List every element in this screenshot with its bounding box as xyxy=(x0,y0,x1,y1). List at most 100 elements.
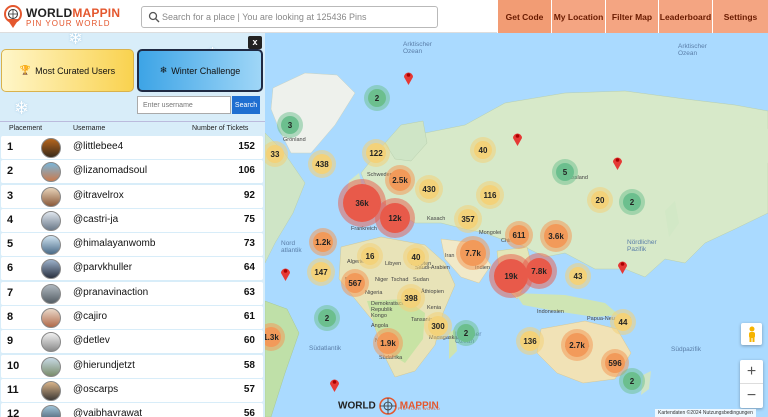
map-pin-icon[interactable] xyxy=(617,259,628,274)
pin-cluster[interactable]: 3 xyxy=(281,116,299,134)
username[interactable]: @cajiro xyxy=(73,311,107,322)
pin-cluster[interactable]: 438 xyxy=(312,154,332,174)
rank: 2 xyxy=(7,165,14,178)
table-row[interactable]: 2 @lizanomadsoul 106 xyxy=(1,160,263,184)
username[interactable]: @oscarps xyxy=(73,384,118,395)
map-pin-icon[interactable] xyxy=(329,377,340,392)
street-view-pegman-icon[interactable] xyxy=(741,323,762,345)
table-row[interactable]: 8 @cajiro 61 xyxy=(1,306,263,330)
leaderboard-button[interactable]: Leaderboard xyxy=(658,0,712,33)
ticket-count: 60 xyxy=(243,335,255,347)
rank: 4 xyxy=(7,213,14,226)
table-row[interactable]: 11 @oscarps 57 xyxy=(1,378,263,402)
pin-cluster[interactable]: 33 xyxy=(266,145,284,163)
filter-map-button[interactable]: Filter Map xyxy=(605,0,658,33)
get-code-button[interactable]: Get Code xyxy=(497,0,551,33)
pin-cluster[interactable]: 2 xyxy=(623,193,641,211)
pin-cluster[interactable]: 136 xyxy=(520,331,540,351)
pin-cluster[interactable]: 2.7k xyxy=(565,333,589,357)
settings-button[interactable]: Settings xyxy=(712,0,768,33)
place-search[interactable] xyxy=(141,6,438,28)
pin-cluster[interactable]: 20 xyxy=(591,191,609,209)
table-row[interactable]: 1 @littlebee4 152 xyxy=(1,136,263,159)
close-button[interactable]: x xyxy=(248,36,262,49)
pin-cluster[interactable]: 147 xyxy=(311,262,331,282)
username[interactable]: @parvkhuller xyxy=(73,262,132,273)
username[interactable]: @pranavinaction xyxy=(73,287,148,298)
search-input[interactable] xyxy=(162,9,432,25)
pin-cluster[interactable]: 7.7k xyxy=(460,240,486,266)
rank: 3 xyxy=(7,189,14,202)
pin-cluster[interactable]: 1.9k xyxy=(377,332,399,354)
username[interactable]: @hierundjetzt xyxy=(73,360,135,371)
map-label: Libyen xyxy=(385,261,402,267)
username[interactable]: @lizanomadsoul xyxy=(73,165,147,176)
rank: 12 xyxy=(7,408,20,417)
pin-cluster[interactable]: 2 xyxy=(368,89,386,107)
table-row[interactable]: 10 @hierundjetzt 58 xyxy=(1,354,263,378)
pin-cluster[interactable]: 36k xyxy=(343,184,381,222)
table-row[interactable]: 12 @vaibhavrawat 56 xyxy=(1,403,263,417)
map-pin-icon[interactable] xyxy=(512,131,523,146)
map-pin-icon[interactable] xyxy=(612,155,623,170)
pin-cluster[interactable]: 2 xyxy=(623,372,641,390)
pin-cluster[interactable]: 116 xyxy=(480,185,500,205)
username-input[interactable] xyxy=(137,96,231,114)
pin-cluster[interactable]: 2.5k xyxy=(389,169,411,191)
pin-cluster[interactable]: 3.6k xyxy=(544,224,568,248)
pin-cluster[interactable]: 567 xyxy=(345,273,365,293)
ticket-count: 63 xyxy=(243,286,255,298)
avatar xyxy=(41,308,61,329)
username[interactable]: @itravelrox xyxy=(73,190,124,201)
watermark-tagline: PIN YOUR WORLD xyxy=(398,406,441,411)
table-row[interactable]: 9 @detlev 60 xyxy=(1,330,263,354)
pin-cluster[interactable]: 12k xyxy=(380,203,410,233)
table-row[interactable]: 6 @parvkhuller 64 xyxy=(1,257,263,281)
pin-cluster[interactable]: 122 xyxy=(366,143,386,163)
username[interactable]: @himalayanwomb xyxy=(73,238,155,249)
pin-cluster[interactable]: 596 xyxy=(605,353,625,373)
pin-cluster[interactable]: 7.8k xyxy=(526,258,552,284)
username[interactable]: @littlebee4 xyxy=(73,141,123,152)
leaderboard-panel: ❄ ❄ ❄ x 🏆 Most Curated Users ❄ Winter Ch… xyxy=(0,33,265,417)
map-pin-icon[interactable] xyxy=(403,70,414,85)
map-label: Südpazifik xyxy=(671,346,701,353)
map-label: Sudan xyxy=(413,277,429,283)
pin-cluster[interactable]: 430 xyxy=(419,179,439,199)
pin-cluster[interactable]: 16 xyxy=(361,247,379,265)
pin-cluster[interactable]: 2 xyxy=(457,324,475,342)
pin-cluster[interactable]: 611 xyxy=(509,225,529,245)
world-map[interactable]: Arktischer Ozean Arktischer Ozean Nord atla… xyxy=(265,33,768,417)
map-pin-icon[interactable] xyxy=(280,266,291,281)
table-row[interactable]: 3 @itravelrox 92 xyxy=(1,184,263,208)
map-label: Madagaskar xyxy=(429,335,460,341)
pin-cluster[interactable]: 5 xyxy=(556,163,574,181)
table-row[interactable]: 4 @castri-ja 75 xyxy=(1,208,263,232)
table-row[interactable]: 5 @himalayanwomb 73 xyxy=(1,233,263,257)
pin-cluster[interactable]: 300 xyxy=(428,316,448,336)
logo[interactable]: WORLDMAPPIN PIN YOUR WORLD xyxy=(2,4,120,30)
map-label: Kasach xyxy=(427,216,446,222)
tab-label: Most Curated Users xyxy=(35,65,116,76)
pin-cluster[interactable]: 357 xyxy=(458,209,478,229)
pin-cluster[interactable]: 398 xyxy=(401,288,421,308)
zoom-out-button[interactable]: − xyxy=(740,384,763,408)
tab-most-curated-users[interactable]: 🏆 Most Curated Users xyxy=(1,49,134,92)
username[interactable]: @castri-ja xyxy=(73,214,118,225)
pin-cluster[interactable]: 43 xyxy=(569,267,587,285)
username-search-button[interactable]: Search xyxy=(232,96,260,114)
tab-winter-challenge[interactable]: ❄ Winter Challenge xyxy=(137,49,263,92)
username[interactable]: @detlev xyxy=(73,335,110,346)
pin-cluster[interactable]: 40 xyxy=(407,248,425,266)
my-location-button[interactable]: My Location xyxy=(551,0,605,33)
pin-cluster[interactable]: 1.2k xyxy=(313,232,333,252)
pin-cluster[interactable]: 2 xyxy=(318,309,336,327)
map-attribution[interactable]: Kartendaten ©2024 Nutzungsbedingungen xyxy=(655,409,756,417)
pin-cluster[interactable]: 44 xyxy=(614,313,632,331)
pin-cluster[interactable]: 19k xyxy=(494,259,528,293)
table-row[interactable]: 7 @pranavinaction 63 xyxy=(1,281,263,305)
map-label: Arktischer Ozean xyxy=(403,41,432,55)
username[interactable]: @vaibhavrawat xyxy=(73,408,142,417)
zoom-in-button[interactable]: + xyxy=(740,360,763,384)
pin-cluster[interactable]: 40 xyxy=(474,141,492,159)
